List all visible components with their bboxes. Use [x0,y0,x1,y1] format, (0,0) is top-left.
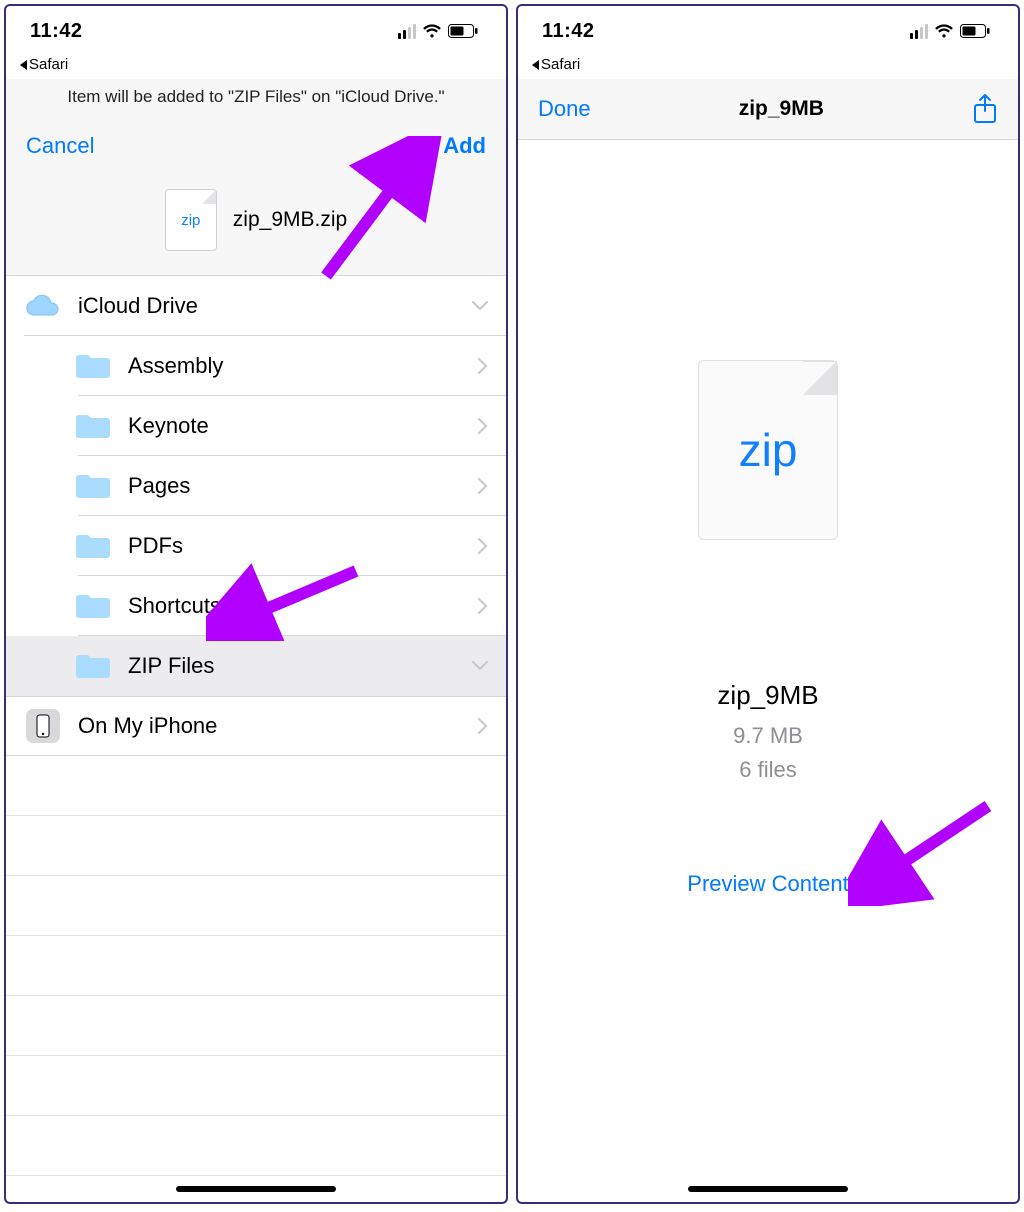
save-sheet-header: Item will be added to "ZIP Files" on "iC… [6,79,506,276]
location-list: iCloud Drive Assembly [6,276,506,1176]
chevron-down-icon [472,661,488,671]
back-caret-icon [20,60,27,70]
chevron-down-icon [472,301,488,311]
location-icloud-drive[interactable]: iCloud Drive [6,276,506,336]
folder-row[interactable]: Shortcuts [6,576,506,636]
preview-header: Done zip_9MB [518,79,1018,140]
back-app-label: Safari [29,56,68,73]
folder-row[interactable]: Pages [6,456,506,516]
preview-body: zip zip_9MB 9.7 MB 6 files Preview Conte… [518,140,1018,897]
file-name-label: zip_9MB.zip [233,208,347,232]
folder-row[interactable]: PDFs [6,516,506,576]
location-on-my-iphone[interactable]: On My iPhone [6,696,506,756]
chevron-right-icon [478,538,488,554]
status-bar: 11:42 [6,6,506,56]
folder-row-selected[interactable]: ZIP Files [6,636,506,696]
chevron-right-icon [478,358,488,374]
preview-title: zip_9MB [739,97,824,121]
add-button[interactable]: Add [443,133,486,159]
folder-icon [74,411,112,441]
back-to-app[interactable]: Safari [6,56,506,79]
folder-icon [74,531,112,561]
back-to-app[interactable]: Safari [518,56,1018,79]
status-bar: 11:42 [518,6,1018,56]
folder-icon [74,471,112,501]
chevron-right-icon [478,478,488,494]
folder-icon [74,651,112,681]
chevron-right-icon [478,598,488,614]
destination-subtitle: Item will be added to "ZIP Files" on "iC… [26,87,486,107]
home-indicator[interactable] [176,1186,336,1192]
empty-rows [6,756,506,1176]
battery-icon [448,24,478,38]
zip-file-icon: zip [165,189,217,251]
status-icons [398,24,478,39]
right-screenshot: 11:42 Safari Done zi [516,4,1020,1204]
folder-row[interactable]: Keynote [6,396,506,456]
back-caret-icon [532,60,539,70]
folder-icon [74,351,112,381]
status-time: 11:42 [30,20,83,43]
file-preview-row: zip zip_9MB.zip [26,189,486,261]
preview-filename: zip_9MB [717,680,818,711]
zip-file-icon-large: zip [698,360,838,540]
back-app-label: Safari [541,56,580,73]
preview-filecount: 6 files [739,757,796,783]
cellular-icon [398,24,416,39]
folder-row[interactable]: Assembly [6,336,506,396]
done-button[interactable]: Done [538,96,591,122]
folder-icon [74,591,112,621]
chevron-right-icon [478,718,488,734]
cellular-icon [910,24,928,39]
home-indicator[interactable] [688,1186,848,1192]
cancel-button[interactable]: Cancel [26,133,94,159]
battery-icon [960,24,990,38]
wifi-icon [934,24,954,39]
iphone-icon [24,711,62,741]
preview-size: 9.7 MB [733,723,803,749]
share-button[interactable] [972,93,998,125]
cloud-icon [24,291,62,321]
status-time: 11:42 [542,20,595,43]
preview-content-button[interactable]: Preview Content [687,871,848,897]
left-screenshot: 11:42 Safari Item will be [4,4,508,1204]
status-icons [910,24,990,39]
wifi-icon [422,24,442,39]
chevron-right-icon [478,418,488,434]
